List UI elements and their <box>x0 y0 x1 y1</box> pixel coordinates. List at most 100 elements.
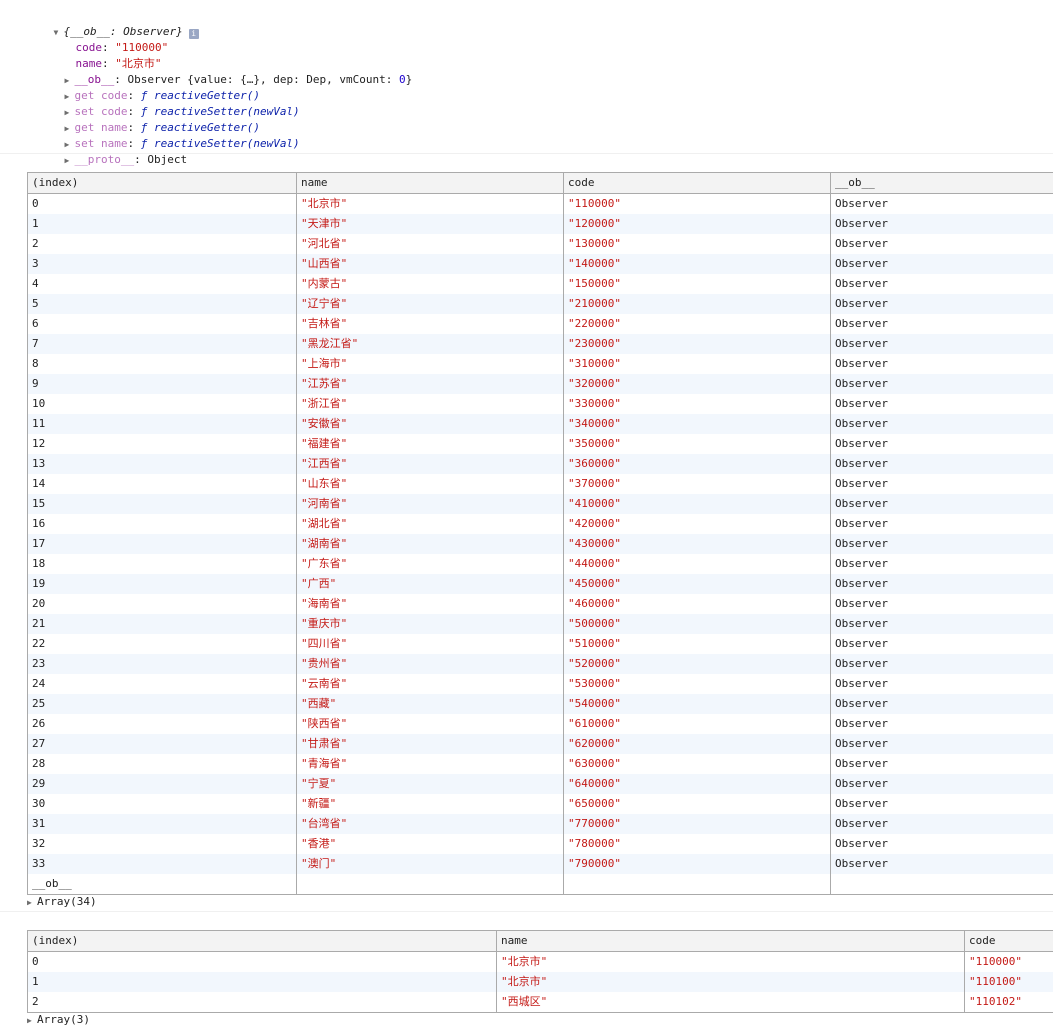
table-cell: "山东省" <box>296 474 564 494</box>
table-cell: "内蒙古" <box>296 274 564 294</box>
column-header[interactable]: code <box>964 930 1053 952</box>
prop-get-name[interactable]: ▶ get name: ƒ reactiveGetter() <box>38 104 260 134</box>
table-cell: 15 <box>27 494 297 514</box>
table-cell: 25 <box>27 694 297 714</box>
table-cell: 17 <box>27 534 297 554</box>
table-cell: "澳门" <box>296 854 564 874</box>
table-row: 30 "新疆" "650000" Observer <box>27 794 1053 814</box>
table-cell: Observer <box>830 394 1053 414</box>
table-cell: "湖北省" <box>296 514 564 534</box>
table-cell: "甘肃省" <box>296 734 564 754</box>
prop-ob[interactable]: ▶ __ob__: Observer {value: {…}, dep: Dep,… <box>38 56 413 86</box>
table-cell: "贵州省" <box>296 654 564 674</box>
table-row: 31 "台湾省" "770000" Observer <box>27 814 1053 834</box>
table-cell: "北京市" <box>496 972 965 992</box>
column-header[interactable]: name <box>296 172 564 194</box>
table-cell: 23 <box>27 654 297 674</box>
table-cell: 11 <box>27 414 297 434</box>
expand-triangle-right-icon[interactable]: ▶ <box>27 895 37 911</box>
table-row: 0 "北京市" "110000" <box>27 951 1053 972</box>
table-cell: 0 <box>27 193 297 214</box>
table-header-row: (index) name code <box>27 930 1053 952</box>
table-cell: "福建省" <box>296 434 564 454</box>
prop-value: Object <box>147 153 188 166</box>
column-header[interactable]: name <box>496 930 965 952</box>
expand-triangle-right-icon[interactable]: ▶ <box>65 153 75 169</box>
table-cell: Observer <box>830 214 1053 234</box>
table-row: 20 "海南省" "460000" Observer <box>27 594 1053 614</box>
table-row: 1 "北京市" "110100" <box>27 972 1053 992</box>
table-cell: Observer <box>830 674 1053 694</box>
table-row: 25 "西藏" "540000" Observer <box>27 694 1053 714</box>
table-cell: "河南省" <box>296 494 564 514</box>
table-cell: Observer <box>830 834 1053 854</box>
table-cell: Observer <box>830 494 1053 514</box>
array-summary: Array(34) <box>37 895 97 908</box>
prop-proto[interactable]: ▶ __proto__: Object <box>38 136 188 166</box>
table-cell: Observer <box>830 594 1053 614</box>
table-cell: "340000" <box>563 414 831 434</box>
table-row: 14 "山东省" "370000" Observer <box>27 474 1053 494</box>
table-cell: 5 <box>27 294 297 314</box>
table-cell: 30 <box>27 794 297 814</box>
prop-set-name[interactable]: ▶ set name: ƒ reactiveSetter(newVal) <box>38 120 300 150</box>
table-cell: "460000" <box>563 594 831 614</box>
table-cell: "440000" <box>563 554 831 574</box>
column-header[interactable]: __ob__ <box>830 172 1053 194</box>
table-cell: 24 <box>27 674 297 694</box>
table-cell: Observer <box>830 734 1053 754</box>
table-row: 23 "贵州省" "520000" Observer <box>27 654 1053 674</box>
table-cell: "610000" <box>563 714 831 734</box>
table-row: 12 "福建省" "350000" Observer <box>27 434 1053 454</box>
table-cell: "辽宁省" <box>296 294 564 314</box>
console-table-areas: (index) name code 0 "北京市" "110000" 1 "北京市" "110… <box>27 930 1053 1013</box>
table-cell: 6 <box>27 314 297 334</box>
table-cell: 9 <box>27 374 297 394</box>
prop-value-suffix: } <box>405 73 413 86</box>
table-cell: Observer <box>830 654 1053 674</box>
table-cell: Observer <box>830 274 1053 294</box>
table-row: 29 "宁夏" "640000" Observer <box>27 774 1053 794</box>
table-cell: 4 <box>27 274 297 294</box>
table-cell: Observer <box>830 334 1053 354</box>
table-cell: 29 <box>27 774 297 794</box>
table-row: 33 "澳门" "790000" Observer <box>27 854 1053 874</box>
table-cell: "120000" <box>563 214 831 234</box>
prop-set-code[interactable]: ▶ set code: ƒ reactiveSetter(newVal) <box>38 88 300 118</box>
table-row: 32 "香港" "780000" Observer <box>27 834 1053 854</box>
table-row: 2 "河北省" "130000" Observer <box>27 234 1053 254</box>
table-row: 28 "青海省" "630000" Observer <box>27 754 1053 774</box>
table-row: 2 "西城区" "110102" <box>27 992 1053 1013</box>
table-row: 4 "内蒙古" "150000" Observer <box>27 274 1053 294</box>
array-summary-row[interactable]: ▶ Array(3) <box>27 1012 90 1028</box>
table-cell: Observer <box>830 794 1053 814</box>
table-cell: Observer <box>830 574 1053 594</box>
table-cell: 18 <box>27 554 297 574</box>
table-row: 19 "广西" "450000" Observer <box>27 574 1053 594</box>
object-header-row[interactable]: ▼ {__ob__: Observer} i <box>27 8 199 39</box>
table-row: 18 "广东省" "440000" Observer <box>27 554 1053 574</box>
table-row: 0 "北京市" "110000" Observer <box>27 193 1053 214</box>
table-cell: Observer <box>830 634 1053 654</box>
table-row: 9 "江苏省" "320000" Observer <box>27 374 1053 394</box>
table-cell: 33 <box>27 854 297 874</box>
column-header[interactable]: (index) <box>27 172 297 194</box>
array-summary-row[interactable]: ▶ Array(34) <box>27 894 97 910</box>
table-cell: 22 <box>27 634 297 654</box>
column-header[interactable]: (index) <box>27 930 497 952</box>
table-cell: "110000" <box>563 193 831 214</box>
table-cell: Observer <box>830 354 1053 374</box>
table-cell: "110000" <box>964 951 1053 972</box>
table-cell: Observer <box>830 534 1053 554</box>
table-cell: 19 <box>27 574 297 594</box>
column-header[interactable]: code <box>563 172 831 194</box>
table-cell: "四川省" <box>296 634 564 654</box>
table-cell: "广西" <box>296 574 564 594</box>
table-cell: "宁夏" <box>296 774 564 794</box>
table-row: 8 "上海市" "310000" Observer <box>27 354 1053 374</box>
info-icon[interactable]: i <box>188 29 199 39</box>
expand-triangle-right-icon[interactable]: ▶ <box>27 1013 37 1029</box>
table-cell: 14 <box>27 474 297 494</box>
prop-get-code[interactable]: ▶ get code: ƒ reactiveGetter() <box>38 72 260 102</box>
table-cell: 2 <box>27 234 297 254</box>
